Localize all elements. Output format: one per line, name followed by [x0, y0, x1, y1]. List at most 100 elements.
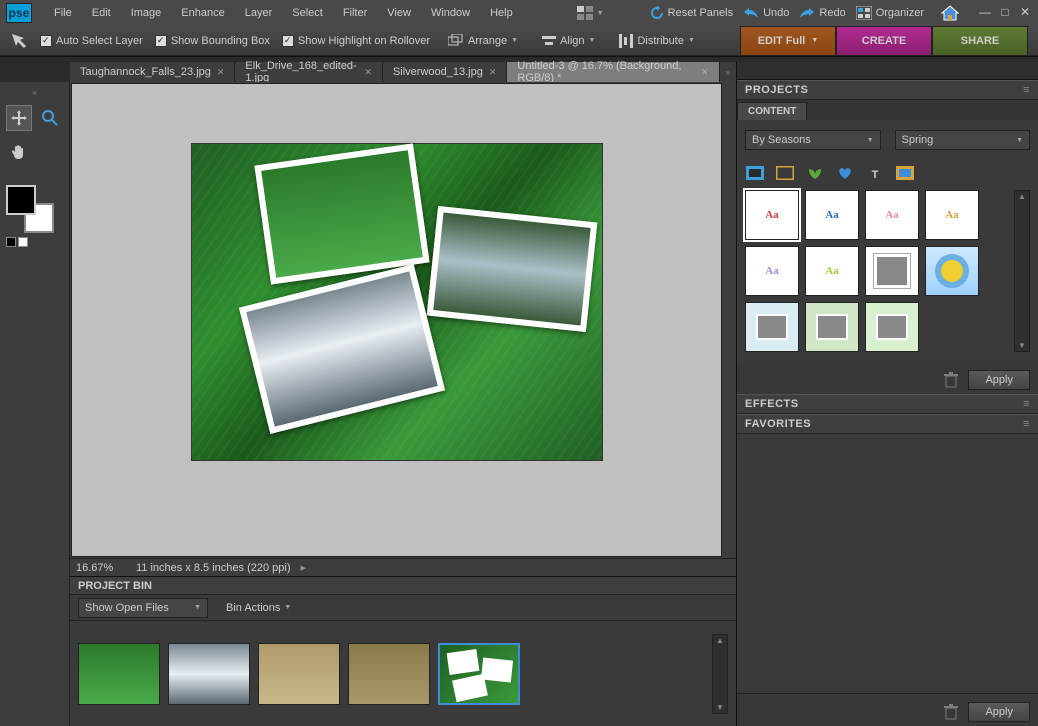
show-bounding-box-checkbox[interactable]: Show Bounding Box: [155, 35, 270, 47]
align-dropdown[interactable]: Align▼: [536, 32, 601, 50]
distribute-dropdown[interactable]: Distribute▼: [613, 32, 700, 50]
menu-filter[interactable]: Filter: [333, 3, 377, 23]
arrange-dropdown[interactable]: Arrange▼: [442, 32, 524, 50]
organizer-button[interactable]: Organizer: [856, 6, 924, 20]
artboard[interactable]: [192, 144, 602, 460]
content-thumb-layout[interactable]: [865, 302, 919, 352]
bin-filter-dropdown[interactable]: Show Open Files▼: [78, 598, 208, 618]
zoom-tool[interactable]: [38, 105, 64, 131]
bin-scrollbar[interactable]: [712, 634, 728, 714]
minimize-button[interactable]: —: [978, 6, 992, 20]
filter-by-dropdown[interactable]: By Seasons▼: [745, 130, 881, 150]
projects-panel-header[interactable]: PROJECTS ≡: [737, 80, 1038, 100]
content-thumb-frame[interactable]: [865, 246, 919, 296]
auto-select-layer-checkbox[interactable]: Auto Select Layer: [40, 35, 143, 47]
status-menu-button[interactable]: ▶: [301, 564, 306, 572]
content-scrollbar[interactable]: [1014, 190, 1030, 352]
bin-thumbnails: [70, 621, 736, 726]
document-tab[interactable]: Elk_Drive_168_edited-1.jpg ✕: [235, 62, 383, 82]
hand-tool[interactable]: [6, 139, 32, 165]
menu-enhance[interactable]: Enhance: [171, 3, 234, 23]
distribute-icon: [619, 34, 633, 48]
distribute-label: Distribute: [637, 35, 683, 47]
close-tab-icon[interactable]: ✕: [489, 67, 497, 78]
menu-view[interactable]: View: [377, 3, 421, 23]
bin-thumb-collage[interactable]: [438, 643, 520, 705]
bin-thumb-bird[interactable]: [258, 643, 340, 705]
default-colors-button[interactable]: [6, 237, 28, 247]
close-tab-icon[interactable]: ✕: [364, 67, 372, 78]
zoom-level[interactable]: 16.67%: [76, 562, 126, 574]
canvas-area: 16.67% 11 inches x 8.5 inches (220 ppi) …: [70, 82, 736, 576]
bin-actions-dropdown[interactable]: Bin Actions▼: [220, 600, 297, 616]
menu-layer[interactable]: Layer: [235, 3, 283, 23]
bin-thumb-deer[interactable]: [78, 643, 160, 705]
panel-menu-icon[interactable]: ≡: [1023, 398, 1030, 410]
placed-photo-3[interactable]: [239, 264, 445, 434]
filter-text-icon[interactable]: T: [865, 164, 885, 182]
apply-favorite-button[interactable]: Apply: [968, 702, 1030, 722]
favorites-panel-header[interactable]: FAVORITES ≡: [737, 414, 1038, 434]
show-highlight-checkbox[interactable]: Show Highlight on Rollover: [282, 35, 430, 47]
color-swatches[interactable]: [6, 185, 54, 233]
undo-button[interactable]: Undo: [743, 7, 789, 19]
share-mode-tab[interactable]: SHARE: [932, 26, 1028, 56]
menu-edit[interactable]: Edit: [82, 3, 121, 23]
bin-thumb-waterfall[interactable]: [168, 643, 250, 705]
bin-thumb-frog[interactable]: [348, 643, 430, 705]
close-button[interactable]: ✕: [1018, 6, 1032, 20]
content-thumb-text-style[interactable]: Aa: [805, 246, 859, 296]
menu-image[interactable]: Image: [121, 3, 172, 23]
delete-content-button[interactable]: [944, 372, 958, 388]
content-panel-tab[interactable]: CONTENT: [737, 102, 807, 120]
project-bin-label: PROJECT BIN: [78, 580, 152, 592]
tools-collapse-handle[interactable]: «: [6, 88, 63, 97]
content-thumb-text-style[interactable]: Aa: [865, 190, 919, 240]
foreground-color-swatch[interactable]: [6, 185, 36, 215]
menu-help[interactable]: Help: [480, 3, 523, 23]
filter-shapes-icon[interactable]: [835, 164, 855, 182]
app-logo[interactable]: pse: [6, 3, 32, 23]
content-thumb-layout[interactable]: [745, 302, 799, 352]
menu-file[interactable]: File: [44, 3, 82, 23]
filter-value-dropdown[interactable]: Spring▼: [895, 130, 1031, 150]
arrange-documents-dropdown[interactable]: ▼: [571, 4, 610, 22]
move-tool[interactable]: [6, 105, 32, 131]
edit-mode-tab[interactable]: EDIT Full▼: [740, 26, 836, 56]
reset-panels-button[interactable]: Reset Panels: [650, 6, 733, 20]
tab-overflow-button[interactable]: »: [720, 62, 736, 82]
panel-menu-icon[interactable]: ≡: [1023, 84, 1030, 96]
filter-graphics-icon[interactable]: [805, 164, 825, 182]
content-thumb-text-style[interactable]: Aa: [805, 190, 859, 240]
menu-window[interactable]: Window: [421, 3, 480, 23]
filter-backgrounds-icon[interactable]: [745, 164, 765, 182]
content-thumb-flower[interactable]: [925, 246, 979, 296]
menu-select[interactable]: Select: [282, 3, 333, 23]
filter-themes-icon[interactable]: [895, 164, 915, 182]
content-thumb-text-style[interactable]: Aa: [745, 190, 799, 240]
maximize-button[interactable]: □: [998, 6, 1012, 20]
document-tab[interactable]: Silverwood_13.jpg✕: [383, 62, 507, 82]
canvas-viewport[interactable]: [71, 83, 722, 557]
project-bin-header[interactable]: PROJECT BIN: [70, 577, 736, 595]
home-button[interactable]: [940, 4, 960, 22]
create-mode-tab[interactable]: CREATE: [836, 26, 932, 56]
redo-button[interactable]: Redo: [799, 7, 845, 19]
document-tab[interactable]: Taughannock_Falls_23.jpg✕: [70, 62, 235, 82]
document-tab-label: Elk_Drive_168_edited-1.jpg: [245, 60, 358, 84]
placed-photo-2[interactable]: [427, 206, 598, 332]
document-tab[interactable]: Untitled-3 @ 16.7% (Background, RGB/8) *…: [507, 62, 719, 82]
content-thumb-text-style[interactable]: Aa: [745, 246, 799, 296]
close-tab-icon[interactable]: ✕: [701, 67, 709, 78]
content-thumb-layout[interactable]: [805, 302, 859, 352]
placed-photo-1[interactable]: [254, 143, 429, 284]
content-thumb-text-style[interactable]: Aa: [925, 190, 979, 240]
filter-frames-icon[interactable]: [775, 164, 795, 182]
trash-icon: [944, 704, 958, 720]
effects-panel-header[interactable]: EFFECTS ≡: [737, 394, 1038, 414]
delete-favorite-button[interactable]: [944, 704, 958, 720]
close-tab-icon[interactable]: ✕: [217, 67, 225, 78]
panel-menu-icon[interactable]: ≡: [1023, 418, 1030, 430]
apply-content-button[interactable]: Apply: [968, 370, 1030, 390]
panel-collapse-bar[interactable]: [737, 62, 1038, 80]
